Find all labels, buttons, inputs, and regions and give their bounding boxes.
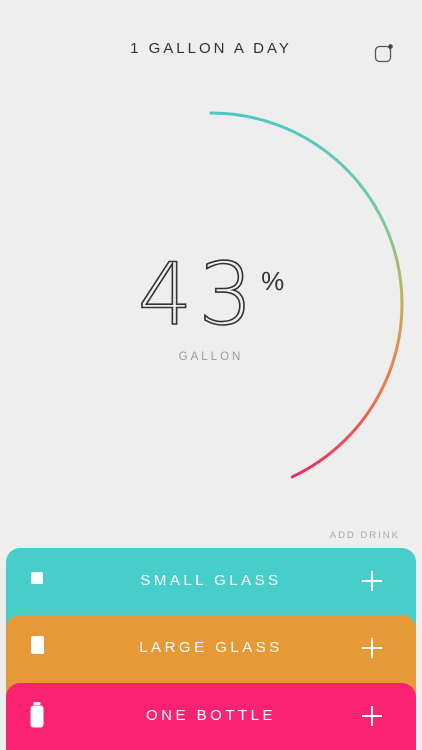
drink-card-one-bottle[interactable]: ONE BOTTLE	[6, 683, 416, 750]
drink-label: SMALL GLASS	[140, 572, 282, 589]
add-one-bottle-button[interactable]	[362, 706, 382, 726]
progress-unit-label: GALLON	[178, 351, 244, 363]
progress-percent-value: 43	[137, 245, 260, 345]
app-screen: 1 GALLON A DAY 43% GALLON ADD DRINK SMAL…	[0, 0, 422, 750]
add-large-glass-button[interactable]	[362, 638, 382, 658]
add-drink-heading: ADD DRINK	[329, 530, 400, 541]
drink-label: ONE BOTTLE	[145, 707, 277, 724]
progress-readout: 43%	[0, 249, 422, 341]
drink-label: LARGE GLASS	[139, 639, 283, 656]
add-small-glass-button[interactable]	[362, 571, 382, 591]
progress-percent-symbol: %	[261, 266, 285, 296]
